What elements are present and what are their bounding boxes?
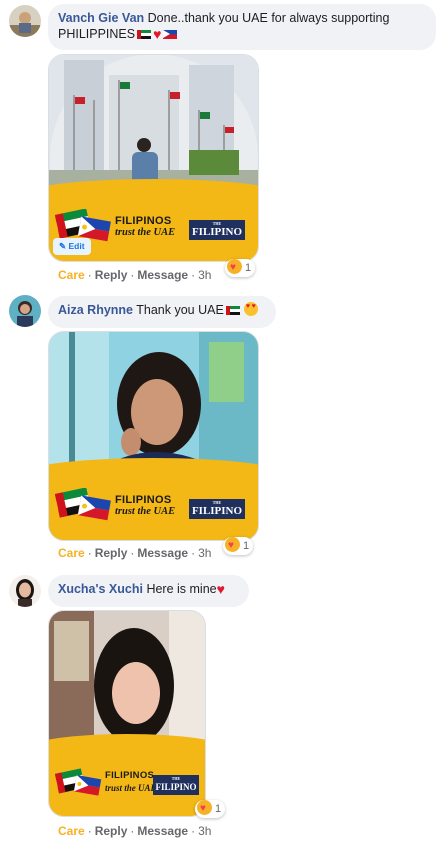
the-filipino-logo: THE FILIPINO — [189, 220, 245, 240]
comment-author[interactable]: Aiza Rhynne — [58, 303, 133, 317]
reaction-count: 1 — [215, 803, 222, 815]
banner-line-1: FILIPINOS — [115, 494, 172, 506]
avatar[interactable] — [9, 295, 41, 327]
banner-curve — [49, 179, 258, 207]
reaction-summary[interactable]: 1 — [195, 800, 226, 818]
care-action[interactable]: Care — [58, 268, 85, 282]
pencil-icon: ✎ — [59, 241, 67, 251]
comment-actions: Care · Reply · Message · 3h — [58, 824, 212, 838]
profile-frame-photo[interactable]: FILIPINOS trust the UAE THE FILIPINO — [48, 610, 206, 817]
banner-text: FILIPINOS trust the UAE — [115, 494, 175, 518]
comment-3: Xucha's Xuchi Here is mine♥ FILIPINOS tr… — [0, 570, 437, 849]
edit-button[interactable]: ✎ Edit — [53, 238, 91, 255]
uae-flag-icon — [137, 30, 152, 39]
frame-banner: FILIPINOS trust the UAE THE FILIPINO ✎ E… — [49, 179, 258, 261]
banner-line-2: trust the UAE — [115, 227, 176, 238]
reaction-count: 1 — [245, 262, 252, 274]
heart-icon: ♥ — [153, 26, 162, 42]
flags-icon — [55, 768, 102, 796]
philippines-flag-icon — [163, 30, 178, 39]
reaction-summary[interactable]: 1 — [225, 259, 256, 277]
banner-curve — [49, 458, 258, 486]
care-action[interactable]: Care — [58, 546, 85, 560]
comment-actions: Care · Reply · Message · 3h — [58, 546, 212, 560]
comment-1: Vanch Gie Van Done..thank you UAE for al… — [0, 0, 437, 290]
comment-time[interactable]: 3h — [198, 268, 211, 282]
care-action[interactable]: Care — [58, 824, 85, 838]
logo-small-text: THE — [171, 776, 181, 781]
banner-line-1: FILIPINOS — [115, 215, 172, 227]
reaction-summary[interactable]: 1 — [223, 537, 254, 555]
comment-bubble: Vanch Gie Van Done..thank you UAE for al… — [48, 4, 436, 50]
comment-text: Thank you UAE — [136, 303, 224, 317]
logo-text: FILIPINO — [191, 226, 243, 238]
reply-action[interactable]: Reply — [95, 268, 128, 282]
profile-frame-photo[interactable]: FILIPINOS trust the UAE THE FILIPINO ✎ E… — [48, 54, 259, 262]
banner-line-1: FILIPINOS — [105, 770, 155, 781]
avatar[interactable] — [9, 575, 41, 607]
banner-line-2: trust the UAE — [105, 783, 157, 793]
comment-bubble: Aiza Rhynne Thank you UAE — [48, 296, 276, 328]
comment-time[interactable]: 3h — [198, 824, 211, 838]
profile-frame-photo[interactable]: FILIPINOS trust the UAE THE FILIPINO — [48, 331, 259, 541]
comment-time[interactable]: 3h — [198, 546, 211, 560]
comment-text: Here is mine — [146, 582, 217, 596]
heart-icon: ♥ — [216, 581, 225, 597]
message-action[interactable]: Message — [137, 268, 188, 282]
comment-actions: Care · Reply · Message · 3h — [58, 268, 212, 282]
care-reaction-icon — [197, 800, 212, 815]
comment-bubble: Xucha's Xuchi Here is mine♥ — [48, 575, 249, 607]
frame-banner: FILIPINOS trust the UAE THE FILIPINO — [49, 734, 205, 816]
reply-action[interactable]: Reply — [95, 824, 128, 838]
flags-icon — [55, 488, 111, 521]
comment-author[interactable]: Vanch Gie Van — [58, 11, 144, 25]
reply-action[interactable]: Reply — [95, 546, 128, 560]
frame-banner: FILIPINOS trust the UAE THE FILIPINO — [49, 458, 258, 540]
logo-text: FILIPINO — [155, 782, 197, 792]
reaction-count: 1 — [243, 540, 250, 552]
comment-author[interactable]: Xucha's Xuchi — [58, 582, 143, 596]
logo-small-text: THE — [212, 500, 222, 505]
message-action[interactable]: Message — [137, 546, 188, 560]
avatar[interactable] — [9, 5, 41, 37]
heart-eyes-icon — [243, 302, 258, 316]
message-action[interactable]: Message — [137, 824, 188, 838]
banner-text: FILIPINOS trust the UAE — [115, 215, 175, 239]
logo-small-text: THE — [212, 221, 222, 226]
the-filipino-logo: THE FILIPINO — [189, 499, 245, 519]
banner-curve — [49, 734, 205, 762]
banner-text: FILIPINOS trust the UAE — [105, 770, 157, 794]
the-filipino-logo: THE FILIPINO — [153, 775, 199, 795]
banner-line-2: trust the UAE — [115, 506, 176, 517]
care-reaction-icon — [227, 259, 242, 274]
edit-label: Edit — [68, 241, 85, 251]
comment-2: Aiza Rhynne Thank you UAE♥ ♥ FILIPINOS t… — [0, 290, 437, 570]
uae-flag-icon — [225, 306, 240, 315]
care-reaction-icon — [225, 537, 240, 552]
logo-text: FILIPINO — [191, 505, 243, 517]
